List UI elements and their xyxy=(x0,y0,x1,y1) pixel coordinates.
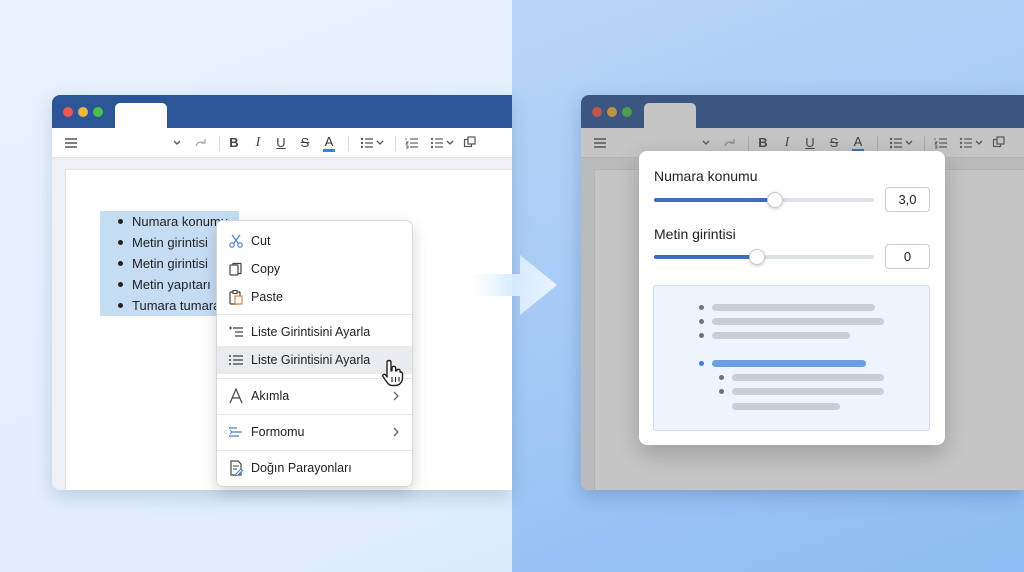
preview-line xyxy=(712,332,850,339)
list-indent-icon xyxy=(229,326,243,337)
preview-line-active xyxy=(712,360,866,367)
preview-line xyxy=(732,374,884,381)
menu-item-label: Cut xyxy=(251,234,271,248)
preview-line xyxy=(732,388,884,395)
font-icon xyxy=(229,388,243,404)
preview-bullet xyxy=(699,305,704,310)
menu-item-label: Liste Girintisini Ayarla xyxy=(251,353,371,367)
italic-button[interactable]: I xyxy=(251,133,265,153)
strikethrough-button[interactable]: S xyxy=(298,133,312,153)
menu-item-copy[interactable]: Copy xyxy=(217,255,412,283)
list-item[interactable]: Metin girintisi xyxy=(118,232,228,253)
preview-bullet-active xyxy=(699,361,704,366)
font-color-swatch xyxy=(323,149,335,152)
hamburger-menu-icon[interactable] xyxy=(63,133,79,153)
menu-item-label: Paste xyxy=(251,290,283,304)
font-color-button[interactable]: A xyxy=(322,133,336,153)
text-indent-slider[interactable] xyxy=(654,249,874,265)
list-icon xyxy=(229,355,243,365)
bullet-list[interactable]: Numara konumu Metin girintisi Metin giri… xyxy=(118,211,228,316)
preview-line xyxy=(712,304,875,311)
copy-icon xyxy=(229,262,242,276)
context-menu: Cut Copy Paste Liste Girintisini Ayarla … xyxy=(216,220,413,487)
chevron-right-icon xyxy=(393,391,399,401)
redo-icon[interactable] xyxy=(193,133,209,153)
menu-item-label: Liste Girintisini Ayarla xyxy=(251,325,371,339)
toolbar-separator xyxy=(348,136,349,151)
preview-line xyxy=(732,403,840,410)
menu-item-label: Doğın Parayonları xyxy=(251,461,352,475)
menu-item-format[interactable]: Formomu xyxy=(217,418,412,446)
preview-sub-bullet xyxy=(719,389,724,394)
number-position-slider[interactable] xyxy=(654,192,874,208)
chevron-down-icon[interactable] xyxy=(170,133,184,153)
title-bar xyxy=(52,95,512,129)
slider-fill xyxy=(654,255,758,259)
preview-bullet xyxy=(699,333,704,338)
document-tab[interactable] xyxy=(115,103,167,129)
copy-format-icon[interactable] xyxy=(462,133,478,153)
menu-separator xyxy=(217,450,412,451)
minimize-window-button[interactable] xyxy=(78,107,88,117)
close-window-button[interactable] xyxy=(63,107,73,117)
slider-fill xyxy=(654,198,775,202)
preview-line xyxy=(712,318,884,325)
toolbar-separator xyxy=(219,136,220,151)
menu-item-label: Akımla xyxy=(251,389,290,403)
bullet-list-dropdown-icon[interactable] xyxy=(358,133,388,153)
number-position-input[interactable]: 3,0 xyxy=(885,187,930,212)
indent-preview xyxy=(653,285,930,431)
toolbar: B I U S A xyxy=(52,128,512,158)
transition-arrow-icon xyxy=(458,255,557,315)
document-edit-icon xyxy=(230,460,244,476)
list-item[interactable]: Numara konumu xyxy=(118,211,228,232)
slider-thumb[interactable] xyxy=(767,192,783,208)
multilevel-list-dropdown-icon[interactable] xyxy=(428,133,458,153)
number-position-label: Numara konumu xyxy=(654,168,758,184)
scissors-icon xyxy=(229,234,243,248)
menu-separator xyxy=(217,414,412,415)
menu-item-paste[interactable]: Paste xyxy=(217,283,412,311)
preview-bullet xyxy=(699,319,704,324)
hand-pointer-icon xyxy=(382,359,404,387)
list-item[interactable]: Metin girintisi xyxy=(118,253,228,274)
underline-button[interactable]: U xyxy=(274,133,288,153)
slider-thumb[interactable] xyxy=(749,249,766,265)
menu-item-cut[interactable]: Cut xyxy=(217,227,412,255)
numbered-list-icon[interactable] xyxy=(404,133,420,153)
font-color-label: A xyxy=(324,134,334,149)
maximize-window-button[interactable] xyxy=(93,107,103,117)
text-indent-input[interactable]: 0 xyxy=(885,244,930,269)
preview-sub-bullet xyxy=(719,375,724,380)
menu-separator xyxy=(217,314,412,315)
bold-button[interactable]: B xyxy=(227,133,241,153)
text-indent-label: Metin girintisi xyxy=(654,226,736,242)
menu-item-label: Formomu xyxy=(251,425,305,439)
menu-item-document-settings[interactable]: Doğın Parayonları xyxy=(217,454,412,482)
paste-icon xyxy=(229,289,243,305)
list-item[interactable]: Metin yapıtarı xyxy=(118,274,228,295)
list-indent-panel: Numara konumu 3,0 Metin girintisi 0 xyxy=(639,151,945,445)
list-item[interactable]: Tumara tumara xyxy=(118,295,228,316)
chevron-right-icon xyxy=(393,427,399,437)
format-icon xyxy=(229,427,242,437)
menu-item-label: Copy xyxy=(251,262,281,276)
menu-item-list-indent[interactable]: Liste Girintisini Ayarla xyxy=(217,318,412,346)
toolbar-separator xyxy=(395,136,396,151)
